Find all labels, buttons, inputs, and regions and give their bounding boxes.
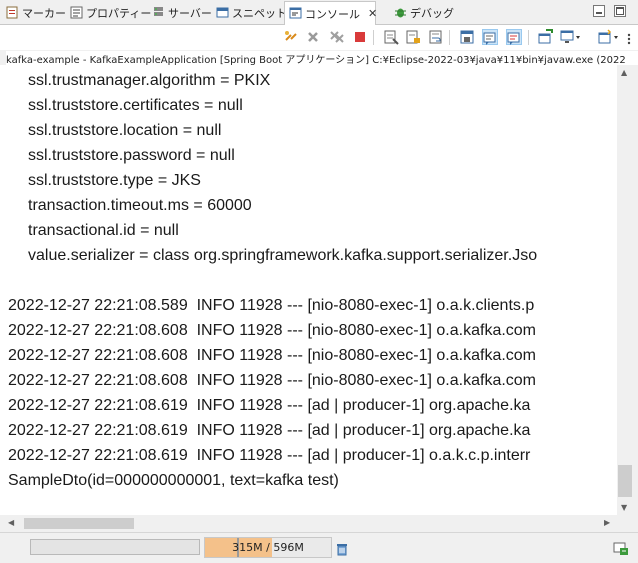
properties-icon (70, 6, 83, 19)
scroll-down-arrow[interactable]: ▼ (621, 503, 627, 512)
console-line: ssl.truststore.password = null (28, 147, 235, 164)
pin-icon (460, 30, 474, 44)
console-line: 2022-12-27 22:21:08.608 INFO 11928 --- [… (8, 322, 537, 339)
tab-label: プロパティー (86, 6, 152, 20)
view-tab-bar: マーカー プロパティー サーバー スニペット コンソール ✕ デバッグ (0, 0, 638, 25)
tab-label: スニペット (232, 6, 287, 20)
word-wrap-icon (429, 30, 442, 44)
console-line: 2022-12-27 22:21:08.608 INFO 11928 --- [… (8, 372, 537, 389)
console-line: transactional.id = null (28, 222, 179, 239)
clear-console-icon (384, 30, 399, 45)
open-console-icon (538, 29, 553, 44)
disconnect-icon (285, 31, 297, 41)
markers-icon (6, 6, 19, 19)
console-toolbar (0, 25, 638, 50)
tab-label: マーカー (22, 6, 66, 20)
console-line: ssl.truststore.location = null (28, 122, 222, 139)
tab-label: コンソール (305, 7, 360, 21)
console-line: value.serializer = class org.springframe… (28, 247, 538, 264)
notifications-button[interactable] (613, 541, 629, 555)
stop-icon (355, 32, 365, 42)
remove-launch-button[interactable] (305, 29, 321, 45)
debug-icon (394, 6, 407, 19)
maximize-button[interactable] (614, 5, 626, 17)
remove-all-icon (330, 31, 344, 43)
console-line: 2022-12-27 22:21:08.589 INFO 11928 --- [… (8, 297, 535, 314)
console-line: ssl.trustmanager.algorithm = PKIX (28, 72, 271, 89)
tab-properties[interactable]: プロパティー (66, 2, 151, 23)
progress-area (30, 539, 200, 555)
horizontal-scrollbar[interactable]: ◀ ▶ (0, 515, 638, 532)
snippets-icon (216, 6, 229, 19)
new-console-view-button[interactable] (598, 29, 620, 45)
vertical-scrollbar[interactable]: ▲ ▼ (617, 65, 638, 515)
console-lines: ssl.trustmanager.algorithm = PKIX ssl.tru… (8, 68, 618, 493)
close-icon[interactable]: ✕ (368, 7, 377, 20)
tab-servers[interactable]: サーバー (148, 2, 212, 23)
console-line: 2022-12-27 22:21:08.608 INFO 11928 --- [… (8, 347, 537, 364)
disconnect-button[interactable] (283, 29, 299, 45)
heap-status[interactable]: 315M / 596M (204, 537, 332, 558)
clear-console-button[interactable] (383, 29, 399, 45)
vertical-scroll-thumb[interactable] (618, 465, 632, 497)
tab-label: デバッグ (410, 6, 454, 20)
tab-label: サーバー (168, 6, 212, 20)
horizontal-scroll-thumb[interactable] (24, 518, 134, 529)
scroll-lock-button[interactable] (405, 29, 421, 45)
view-menu-icon (627, 33, 631, 45)
show-on-stderr-button[interactable] (506, 29, 522, 45)
tab-markers[interactable]: マーカー (2, 2, 66, 23)
console-line: transaction.timeout.ms = 60000 (28, 197, 252, 214)
display-console-icon (560, 30, 580, 43)
trash-icon (337, 544, 347, 556)
tab-debug[interactable]: デバッグ (390, 2, 454, 23)
view-menu-button[interactable] (624, 31, 634, 45)
display-selected-console-button[interactable] (560, 29, 582, 45)
scroll-left-arrow[interactable]: ◀ (8, 518, 14, 527)
console-line: 2022-12-27 22:21:08.619 INFO 11928 --- [… (8, 422, 531, 439)
minimize-icon (596, 12, 602, 14)
remove-all-terminated-button[interactable] (329, 29, 345, 45)
show-console-stdout-icon (483, 32, 496, 45)
scroll-right-arrow[interactable]: ▶ (604, 518, 610, 527)
console-line: ssl.truststore.certificates = null (28, 97, 243, 114)
scroll-lock-icon (406, 30, 420, 44)
pin-console-button[interactable] (459, 29, 475, 45)
tab-console[interactable]: コンソール ✕ (284, 1, 377, 25)
terminate-button[interactable] (352, 29, 368, 45)
show-on-stdout-button[interactable] (482, 29, 498, 45)
open-console-button[interactable] (537, 29, 553, 45)
console-process-label: kafka-example - KafkaExampleApplication … (6, 51, 638, 65)
status-bar: 315M / 596M (0, 532, 638, 563)
tab-snippets[interactable]: スニペット (212, 2, 287, 23)
heap-label: 315M / 596M (232, 541, 304, 554)
notification-icon (613, 542, 628, 555)
maximize-icon (616, 7, 624, 15)
console-line: SampleDto(id=000000000001, text=kafka te… (8, 472, 339, 489)
word-wrap-button[interactable] (428, 29, 444, 45)
toolbar-separator (449, 30, 450, 45)
new-console-icon (598, 29, 618, 44)
show-console-stderr-icon (507, 32, 520, 45)
console-line: 2022-12-27 22:21:08.619 INFO 11928 --- [… (8, 397, 531, 414)
console-output[interactable]: ssl.trustmanager.algorithm = PKIX ssl.tru… (0, 65, 618, 515)
console-icon (289, 7, 302, 20)
toolbar-separator (528, 30, 529, 45)
servers-icon (152, 6, 165, 19)
toolbar-separator (373, 30, 374, 45)
console-line: 2022-12-27 22:21:08.619 INFO 11928 --- [… (8, 447, 531, 464)
scroll-up-arrow[interactable]: ▲ (621, 68, 627, 77)
remove-icon (308, 32, 318, 42)
console-line: ssl.truststore.type = JKS (28, 172, 201, 189)
minimize-button[interactable] (593, 5, 605, 17)
garbage-collect-button[interactable] (336, 541, 348, 556)
